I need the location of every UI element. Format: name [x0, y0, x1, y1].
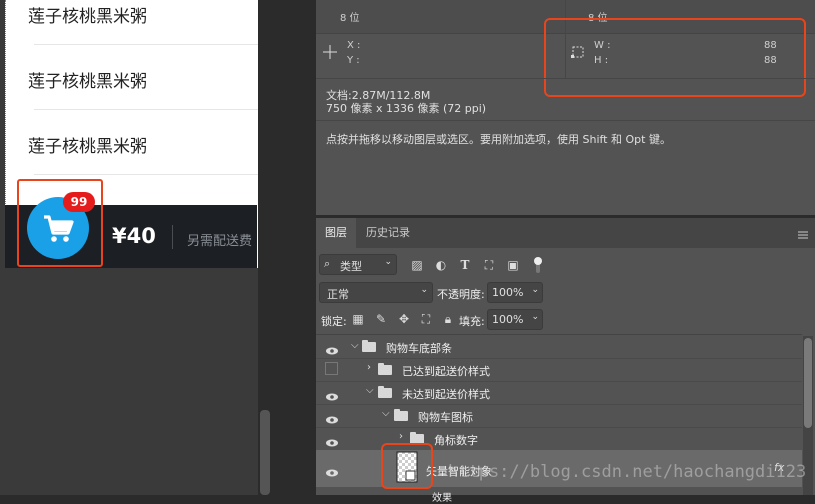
fill-value: 100% — [492, 313, 524, 326]
layer-name: 已达到起送价样式 — [402, 365, 490, 378]
adjustment-filter-icon[interactable]: ◐ — [433, 257, 449, 273]
food-item-name: 莲子核桃黑米粥 — [28, 7, 147, 27]
divider — [34, 174, 258, 175]
chevron-down-icon[interactable]: ⌵ — [351, 340, 359, 351]
highlight-box-layer — [381, 443, 433, 489]
tool-hint: 点按并拖移以移动图层或选区。要用附加选项，使用 Shift 和 Opt 键。 — [326, 133, 671, 146]
highlight-box-size — [544, 18, 806, 97]
layers-scrollbar-thumb[interactable] — [804, 338, 812, 428]
layer-name: 效果 — [432, 493, 452, 504]
tab-history[interactable]: 历史记录 — [360, 218, 416, 248]
document-pixels: 750 像素 x 1336 像素 (72 ppi) — [326, 102, 487, 115]
folder-icon — [378, 363, 392, 375]
chevron-down-icon: ⌄ — [384, 257, 392, 267]
opacity-input[interactable]: 100% ⌄ — [487, 282, 543, 303]
chevron-down-icon[interactable]: ⌵ — [382, 408, 390, 419]
watermark: https://blog.csdn.net/haochangdi123 — [448, 462, 807, 482]
opacity-label: 不透明度: — [437, 288, 485, 301]
chevron-down-icon[interactable]: ⌵ — [366, 385, 374, 396]
pixel-layer-filter-icon[interactable]: ▨ — [409, 257, 425, 273]
layer-name: 角标数字 — [434, 434, 478, 447]
highlight-box-cart — [17, 179, 103, 267]
lock-move-icon[interactable]: ✥ — [396, 311, 412, 327]
blend-mode-value: 正常 — [327, 288, 349, 301]
fill-label: 填充: — [459, 315, 485, 328]
filter-toggle[interactable] — [533, 256, 543, 274]
x-label: X : — [347, 40, 361, 51]
shape-filter-icon[interactable]: ⛶ — [481, 257, 497, 273]
layer-name: 购物车图标 — [418, 411, 473, 424]
visibility-off-toggle[interactable] — [325, 362, 338, 375]
fill-input[interactable]: 100% ⌄ — [487, 309, 543, 330]
divider — [34, 44, 258, 45]
folder-icon — [394, 409, 408, 421]
divider — [316, 120, 815, 121]
chevron-down-icon: ⌄ — [531, 285, 539, 295]
lock-transparent-icon[interactable]: ▦ — [350, 311, 366, 327]
panel-menu-icon[interactable] — [796, 226, 810, 239]
opacity-value: 100% — [492, 286, 524, 299]
divider — [172, 225, 173, 249]
y-label: Y : — [347, 55, 360, 66]
lock-label: 锁定: — [321, 315, 347, 328]
tab-layers[interactable]: 图层 — [316, 218, 356, 248]
chevron-right-icon[interactable]: › — [399, 431, 403, 442]
search-icon: ⌕ — [324, 257, 331, 270]
lock-brush-icon[interactable]: ✎ — [373, 311, 389, 327]
blend-mode-select[interactable]: 正常 ⌄ — [319, 282, 433, 303]
bit-depth-left: 8 位 — [340, 13, 360, 24]
divider — [34, 109, 258, 110]
food-item-name: 莲子核桃黑米粥 — [28, 72, 147, 92]
layer-name: 购物车底部条 — [386, 342, 452, 355]
lock-all-icon[interactable]: 🔒︎ — [440, 311, 456, 327]
food-item-name: 莲子核桃黑米粥 — [28, 137, 147, 157]
type-filter-icon[interactable]: T — [457, 257, 473, 273]
lock-artboard-icon[interactable]: ⛶ — [418, 311, 434, 327]
chevron-down-icon: ⌄ — [420, 285, 428, 295]
cart-price: ¥40 — [112, 224, 156, 248]
smart-object-filter-icon[interactable]: ▣ — [505, 257, 521, 273]
crosshair-icon — [322, 44, 338, 60]
chevron-right-icon[interactable]: › — [367, 362, 371, 373]
canvas-scrollbar[interactable] — [260, 410, 270, 495]
eye-icon[interactable] — [325, 463, 339, 482]
layer-name: 未达到起送价样式 — [402, 388, 490, 401]
filter-kind-label: 类型 — [340, 260, 362, 273]
folder-icon — [378, 386, 392, 398]
chevron-down-icon: ⌄ — [531, 312, 539, 322]
divider — [316, 78, 815, 79]
filter-kind-select[interactable]: ⌕ 类型 ⌄ — [319, 254, 397, 275]
delivery-fee-text: 另需配送费 — [187, 234, 253, 249]
folder-icon — [362, 340, 376, 352]
